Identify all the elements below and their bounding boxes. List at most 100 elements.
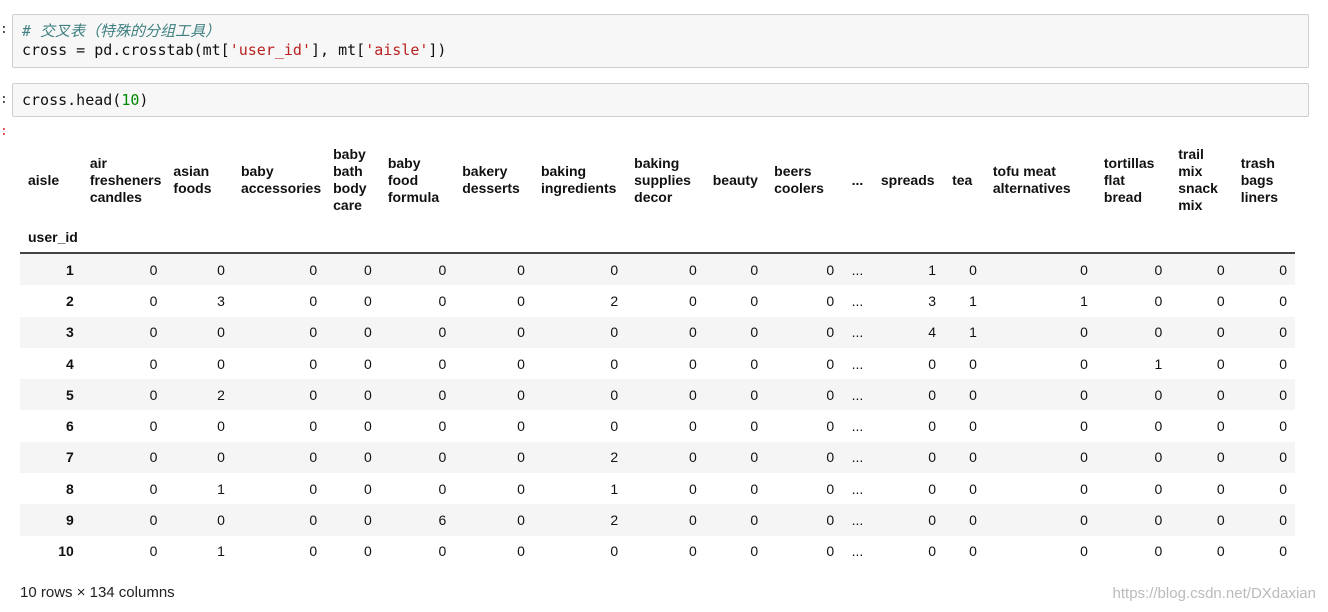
table-cell: 0	[149, 543, 158, 560]
code-line: cross = pd.crosstab(mt['user_id'], mt['a…	[22, 41, 447, 59]
table-cell: ...	[851, 480, 864, 497]
table-cell: 0	[1154, 543, 1163, 560]
table-row: 3 0 0 0 0 0 0 0 0 0 0... 4 1 0 0 0 0	[20, 316, 1295, 348]
output-prompt-marker: :	[0, 124, 8, 139]
table-cell: 0	[1216, 261, 1225, 278]
column-header: bakery desserts	[462, 163, 520, 196]
table-cell: 1	[969, 292, 977, 309]
table-cell: 0	[688, 543, 697, 560]
table-cell: 0	[750, 418, 759, 435]
table-cell: 0	[364, 261, 372, 278]
table-cell: 0	[969, 261, 977, 278]
table-cell: 0	[438, 324, 447, 341]
table-cell: 0	[217, 418, 225, 435]
table-cell: 0	[1279, 355, 1287, 372]
table-row: 6 0 0 0 0 0 0 0 0 0 0... 0 0 0 0 0 0	[20, 410, 1295, 441]
table-cell: 0	[826, 386, 835, 403]
table-cell: 0	[1216, 418, 1225, 435]
table-cell: 0	[217, 324, 225, 341]
table-cell: 0	[928, 449, 937, 466]
table-cell: 0	[750, 292, 759, 309]
column-header-spacer	[454, 222, 533, 254]
table-cell: 0	[750, 449, 759, 466]
table-cell: 0	[1154, 386, 1163, 403]
table-cell: 0	[826, 543, 835, 560]
table-cell: 3	[217, 292, 225, 309]
dataframe-shape-summary: 10 rows × 134 columns	[20, 584, 175, 601]
table-cell: 0	[438, 543, 447, 560]
table-cell: 0	[610, 386, 619, 403]
table-cell: 0	[309, 261, 318, 278]
table-cell: 1	[1154, 355, 1163, 372]
table-cell: 0	[969, 543, 977, 560]
table-cell: 0	[309, 355, 318, 372]
table-cell: 0	[364, 512, 372, 529]
table-cell: 0	[149, 292, 158, 309]
index-name-label: user_id	[20, 222, 82, 254]
table-row: 4 0 0 0 0 0 0 0 0 0 0... 0 0 0 1 0 0	[20, 348, 1295, 379]
table-cell: ...	[851, 324, 864, 341]
table-cell: 0	[438, 418, 447, 435]
table-cell: 0	[517, 512, 525, 529]
table-cell: ...	[851, 512, 864, 529]
table-cell: 0	[364, 543, 372, 560]
table-cell: 0	[364, 449, 372, 466]
table-cell: 0	[750, 324, 759, 341]
table-cell: 0	[610, 418, 619, 435]
table-cell: 0	[149, 418, 158, 435]
table-cell: 0	[517, 355, 525, 372]
prompt-marker: :	[0, 92, 8, 107]
table-cell: 0	[364, 292, 372, 309]
table-row: 7 0 0 0 0 0 0 2 0 0 0... 0 0 0 0 0 0	[20, 441, 1295, 474]
table-cell: 6	[438, 512, 447, 529]
watermark: https://blog.csdn.net/DXdaxian	[1112, 585, 1316, 602]
prompt-marker: :	[0, 22, 8, 37]
table-cell: 0	[688, 449, 697, 466]
code-cell-crosstab[interactable]: # 交叉表（特殊的分组工具） cross = pd.crosstab(mt['u…	[12, 14, 1309, 68]
table-cell: 0	[149, 324, 158, 341]
table-cell: 0	[217, 512, 225, 529]
column-header-spacer	[842, 222, 873, 254]
table-cell: 0	[826, 324, 835, 341]
table-cell: ...	[851, 355, 864, 372]
dataframe-output: aisle air fresheners candles asian foods b…	[20, 138, 1295, 567]
column-header-spacer	[944, 222, 985, 254]
table-cell: ...	[851, 543, 864, 560]
column-header-spacer	[165, 222, 233, 254]
table-cell: 0	[610, 261, 619, 278]
table-cell: 2	[610, 512, 619, 529]
row-index: 7	[66, 449, 74, 466]
crosstab-table: aisle air fresheners candles asian foods b…	[20, 138, 1295, 567]
column-header-spacer	[872, 222, 945, 254]
column-header: beers coolers	[774, 163, 824, 196]
table-cell: 0	[149, 355, 158, 372]
table-cell: 0	[517, 324, 525, 341]
column-header: trash bags liners	[1240, 154, 1279, 205]
column-header: baby accessories	[240, 163, 322, 196]
code-comment: # 交叉表（特殊的分组工具）	[22, 22, 221, 40]
column-header: air fresheners candles	[89, 154, 162, 205]
column-header: baking supplies decor	[634, 154, 691, 205]
table-cell: 0	[688, 324, 697, 341]
column-header-spacer	[232, 222, 326, 254]
column-header-spacer	[626, 222, 705, 254]
table-cell: 0	[1080, 261, 1088, 278]
table-cell: 0	[517, 292, 525, 309]
column-header: tortillas flat bread	[1103, 154, 1155, 205]
row-index: 10	[58, 543, 74, 560]
column-header: beauty	[712, 171, 758, 188]
table-cell: 0	[309, 449, 318, 466]
table-row: 9 0 0 0 0 6 0 2 0 0 0... 0 0 0 0 0 0	[20, 504, 1295, 536]
table-cell: 4	[928, 324, 937, 341]
table-cell: 0	[309, 512, 318, 529]
table-cell: 0	[1080, 386, 1088, 403]
table-cell: 0	[517, 480, 525, 497]
table-cell: ...	[851, 449, 864, 466]
code-line: cross.head(10)	[22, 91, 149, 109]
column-header-spacer	[704, 222, 767, 254]
code-cell-head[interactable]: cross.head(10)	[12, 83, 1309, 117]
table-cell: 0	[438, 386, 447, 403]
table-cell: 0	[309, 386, 318, 403]
table-cell: ...	[851, 418, 864, 435]
table-cell: 0	[750, 261, 759, 278]
